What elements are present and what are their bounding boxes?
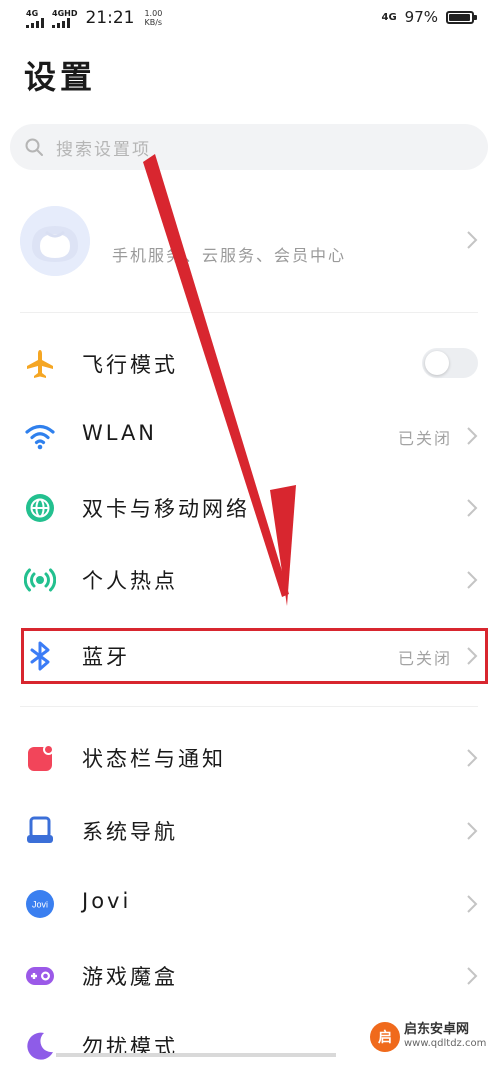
moon-icon — [27, 1032, 53, 1060]
avatar — [20, 206, 90, 276]
watermark: 启 启东安卓网 www.qdltdz.com — [370, 1022, 486, 1052]
watermark-text: 启东安卓网 www.qdltdz.com — [404, 1023, 486, 1051]
hotspot-icon — [24, 568, 56, 592]
airplane-mode-label: 飞行模式 — [82, 353, 178, 377]
svg-text:Jovi: Jovi — [32, 900, 48, 910]
chevron-right-icon — [467, 427, 478, 445]
net-speed: 1.00 KB/s — [144, 9, 162, 27]
search-placeholder: 搜索设置项 — [56, 139, 151, 160]
gamepad-icon — [26, 967, 54, 985]
bluetooth-status: 已关闭 — [397, 649, 452, 668]
settings-item-dual-sim[interactable]: 双卡与移动网络 — [0, 472, 500, 544]
signal-1-icon: 4G — [26, 9, 44, 28]
navigation-icon — [27, 816, 53, 843]
net-speed-unit: KB/s — [144, 18, 163, 27]
status-bar-left: 4G 4GHD 21:21 1.00 KB/s — [26, 8, 162, 28]
divider — [20, 312, 478, 313]
status-bar-right: 4G 97% — [381, 8, 477, 26]
jovi-label: Jovi — [82, 889, 132, 913]
watermark-logo-icon: 启 — [370, 1022, 400, 1052]
page-title: 设置 — [24, 58, 97, 96]
settings-item-statusbar-notifications[interactable]: 状态栏与通知 — [0, 722, 500, 794]
divider — [20, 706, 478, 707]
jovi-icon: Jovi — [26, 890, 54, 918]
signal-1-label: 4G — [26, 8, 39, 18]
chevron-right-icon — [467, 231, 478, 249]
system-navigation-label: 系统导航 — [82, 820, 178, 844]
bluetooth-icon — [30, 641, 50, 671]
settings-item-system-navigation[interactable]: 系统导航 — [0, 795, 500, 867]
chevron-right-icon — [467, 895, 478, 913]
battery-icon — [446, 10, 477, 24]
chevron-right-icon — [467, 967, 478, 985]
clock: 21:21 — [85, 8, 135, 28]
chevron-right-icon — [467, 749, 478, 767]
wlan-label: WLAN — [82, 421, 158, 445]
settings-item-hotspot[interactable]: 个人热点 — [0, 544, 500, 616]
signal-2-label: 4GHD — [52, 8, 78, 18]
wlan-status: 已关闭 — [397, 429, 452, 448]
settings-item-game-box[interactable]: 游戏魔盒 — [0, 940, 500, 1012]
battery-fill — [449, 13, 471, 21]
settings-item-bluetooth[interactable]: 蓝牙 已关闭 — [0, 620, 500, 692]
settings-item-wlan[interactable]: WLAN 已关闭 — [0, 400, 500, 472]
watermark-name: 启东安卓网 — [404, 1022, 470, 1037]
game-box-label: 游戏魔盒 — [82, 965, 178, 989]
account-services-text: 手机服务、云服务、会员中心 — [112, 246, 347, 265]
hotspot-label: 个人热点 — [82, 569, 178, 593]
account-card[interactable]: 手机服务、云服务、会员中心 — [0, 198, 500, 288]
dual-sim-label: 双卡与移动网络 — [82, 497, 250, 521]
status-bar: 4G 4GHD 21:21 1.00 KB/s 4G 97% — [0, 0, 500, 38]
toggle-knob — [425, 351, 449, 375]
wifi-icon — [25, 424, 55, 450]
net-speed-value: 1.00 — [144, 9, 163, 18]
settings-item-airplane-mode[interactable]: 飞行模式 — [0, 328, 500, 400]
network-type-icon: 4G — [381, 11, 397, 23]
statusbar-notifications-label: 状态栏与通知 — [82, 747, 226, 771]
chevron-right-icon — [467, 647, 478, 665]
chevron-right-icon — [467, 499, 478, 517]
signal-2-icon: 4GHD — [52, 9, 77, 28]
battery-percent: 97% — [404, 8, 438, 26]
search-icon — [25, 138, 43, 156]
notification-icon — [28, 744, 54, 771]
chevron-right-icon — [467, 822, 478, 840]
globe-icon — [26, 494, 54, 522]
bluetooth-label: 蓝牙 — [82, 645, 130, 669]
avatar-icon — [20, 206, 90, 276]
chevron-right-icon — [467, 571, 478, 589]
airplane-icon — [27, 350, 53, 378]
search-bar[interactable]: 搜索设置项 — [10, 124, 488, 170]
airplane-mode-toggle[interactable] — [422, 348, 478, 378]
settings-item-jovi[interactable]: Jovi Jovi — [0, 868, 500, 940]
watermark-url: www.qdltdz.com — [404, 1038, 487, 1049]
